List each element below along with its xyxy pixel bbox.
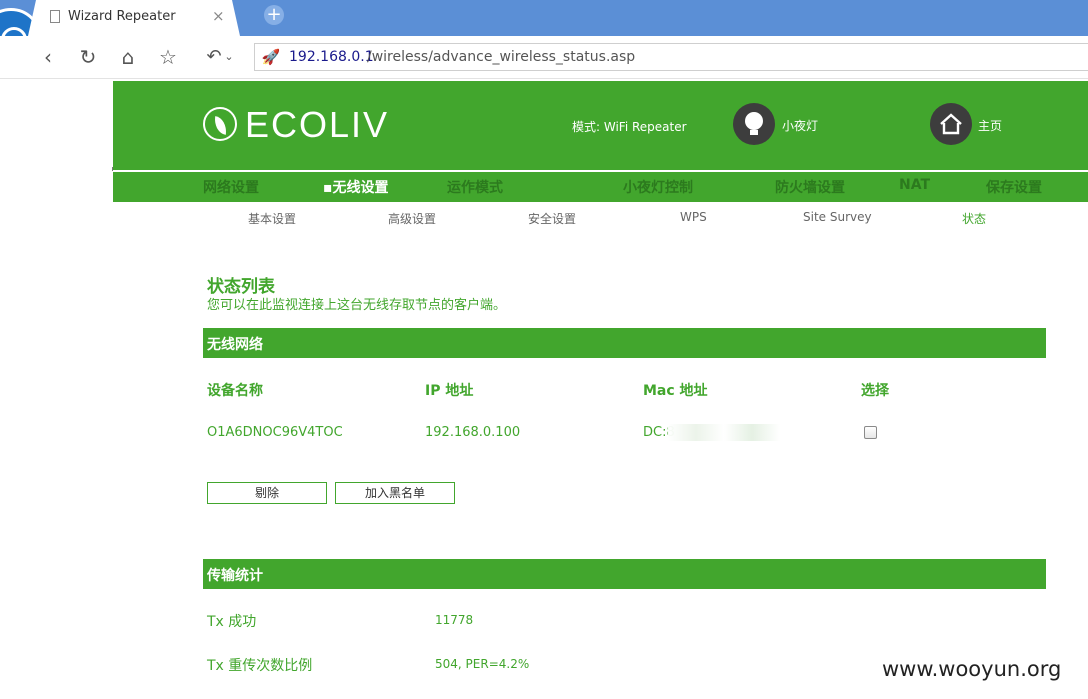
nav-item-wireless[interactable]: ▪无线设置 bbox=[323, 177, 389, 197]
mode-indicator: 模式: WiFi Repeater bbox=[572, 118, 687, 135]
wireless-section-header: 无线网络 bbox=[203, 328, 1046, 358]
house-icon bbox=[930, 103, 972, 145]
nav-item-network[interactable]: 网络设置 bbox=[203, 177, 259, 197]
address-bar[interactable]: 🚀 192.168.0.1 /wireless/advance_wireless… bbox=[254, 43, 1088, 71]
router-header: ECOLIV 模式: WiFi Repeater 小夜灯 主页 网络设置 ▪无线… bbox=[113, 81, 1088, 202]
mode-label: 模式: bbox=[572, 120, 601, 134]
column-header-mac: Mac 地址 bbox=[643, 383, 708, 399]
main-nav: 网络设置 ▪无线设置 运作模式 小夜灯控制 防火墙设置 NAT 保存设置 bbox=[113, 177, 1088, 199]
delete-button[interactable]: 剔除 bbox=[207, 482, 327, 504]
rocket-icon: 🚀 bbox=[261, 48, 281, 66]
subnav-basic[interactable]: 基本设置 bbox=[248, 210, 296, 227]
subnav-wps[interactable]: WPS bbox=[680, 210, 707, 224]
browser-toolbar: ‹ ↻ ⌂ ☆ ↶ ⌄ 🚀 192.168.0.1 /wireless/adva… bbox=[0, 36, 1088, 79]
nav-item-nat[interactable]: NAT bbox=[899, 177, 930, 193]
mode-value: WiFi Repeater bbox=[603, 120, 687, 134]
brand-logo[interactable]: ECOLIV bbox=[203, 104, 393, 145]
home-label: 主页 bbox=[978, 119, 1003, 133]
nav-item-operation-mode[interactable]: 运作模式 bbox=[447, 177, 503, 197]
nightlight-label: 小夜灯 bbox=[782, 119, 819, 133]
header-divider bbox=[113, 170, 1088, 172]
column-header-ip: IP 地址 bbox=[425, 383, 474, 399]
tx-retry-value: 504, PER=4.2% bbox=[435, 657, 530, 671]
column-header-device-name: 设备名称 bbox=[207, 383, 263, 399]
subnav-advanced[interactable]: 高级设置 bbox=[388, 210, 436, 227]
page-description: 您可以在此监视连接上这台无线存取节点的客户端。 bbox=[207, 298, 507, 313]
chevron-down-icon[interactable]: ⌄ bbox=[222, 45, 236, 69]
subnav-security[interactable]: 安全设置 bbox=[528, 210, 576, 227]
client-device-name: O1A6DNOC96V4TOC bbox=[207, 425, 343, 440]
mac-redaction bbox=[668, 424, 780, 441]
browser-tab[interactable]: Wizard Repeater × bbox=[28, 0, 240, 36]
sub-nav: 基本设置 高级设置 安全设置 WPS Site Survey 状态 bbox=[113, 210, 1088, 230]
stats-section-header: 传输统计 bbox=[203, 559, 1046, 589]
tab-title: Wizard Repeater bbox=[68, 9, 176, 24]
url-path: /wireless/advance_wireless_status.asp bbox=[367, 49, 636, 65]
lightbulb-icon bbox=[733, 103, 775, 145]
page-icon bbox=[50, 10, 60, 23]
section-title: 无线网络 bbox=[207, 337, 263, 353]
subnav-status[interactable]: 状态 bbox=[962, 210, 986, 227]
watermark: www.wooyun.org bbox=[882, 657, 1062, 681]
tx-success-value: 11778 bbox=[435, 613, 474, 627]
reload-icon[interactable]: ↻ bbox=[76, 45, 100, 69]
new-tab-button[interactable]: + bbox=[264, 5, 284, 25]
star-icon[interactable]: ☆ bbox=[156, 45, 180, 69]
add-to-blacklist-button[interactable]: 加入黑名单 bbox=[335, 482, 455, 504]
column-header-select: 选择 bbox=[861, 383, 889, 399]
tx-success-label: Tx 成功 bbox=[207, 614, 257, 630]
url-host: 192.168.0.1 bbox=[289, 49, 374, 65]
tab-close-icon[interactable]: × bbox=[212, 7, 225, 25]
browser-tab-bar: Wizard Repeater × + bbox=[0, 0, 1088, 70]
nav-item-save[interactable]: 保存设置 bbox=[986, 177, 1042, 197]
nav-item-nightlight-control[interactable]: 小夜灯控制 bbox=[623, 177, 693, 197]
section-title: 传输统计 bbox=[207, 568, 263, 584]
subnav-site-survey[interactable]: Site Survey bbox=[803, 210, 872, 224]
logo-text: ECOLIV bbox=[245, 104, 390, 145]
home-icon[interactable]: ⌂ bbox=[116, 45, 140, 69]
tx-retry-label: Tx 重传次数比例 bbox=[207, 658, 313, 674]
nav-item-firewall[interactable]: 防火墙设置 bbox=[775, 177, 845, 197]
leaf-icon bbox=[203, 107, 237, 141]
client-ip: 192.168.0.100 bbox=[425, 425, 521, 440]
client-select-checkbox[interactable] bbox=[864, 426, 877, 439]
back-icon[interactable]: ‹ bbox=[36, 45, 60, 69]
